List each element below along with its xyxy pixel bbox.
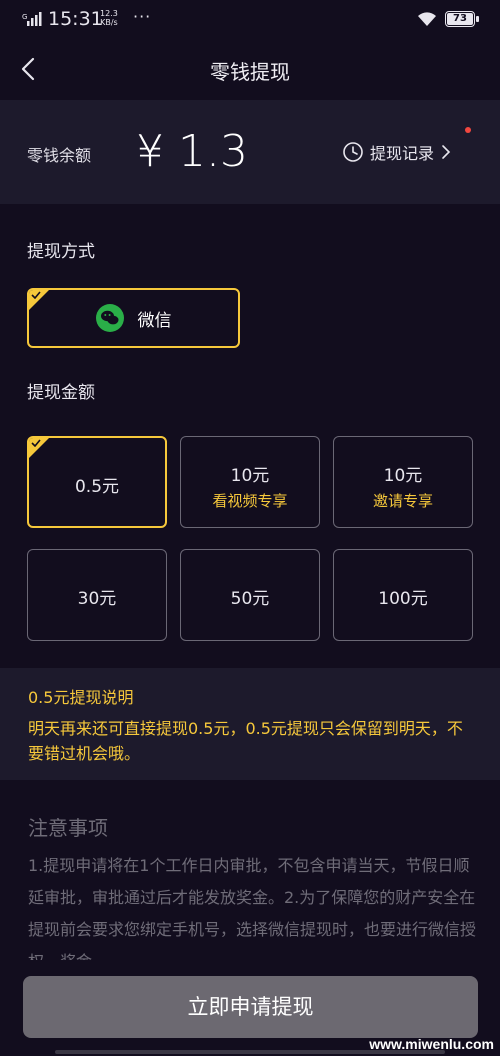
network-speed: 12.3 KB/s [100,9,118,27]
more-indicator: ··· [133,7,152,26]
amount-option-label: 100元 [378,589,428,609]
network-speed-value: 12.3 [100,9,118,18]
amount-option-4[interactable]: 50元 [180,549,320,641]
wechat-label: 微信 [137,310,172,331]
amount-option-sub: 看视频专享 [212,492,288,510]
wechat-method-option[interactable]: 微信 [27,288,240,348]
explanation-title: 0.5元提现说明 [28,688,134,707]
battery-icon: 73 [445,11,475,27]
notification-dot [465,127,471,133]
amount-option-5[interactable]: 100元 [333,549,473,641]
withdraw-record-label: 提现记录 [370,144,435,163]
svg-text:G: G [22,13,27,21]
balance-value: ¥ 1.3 [136,126,248,177]
page-title: 零钱提现 [210,60,290,84]
amount-option-0[interactable]: 0.5元 [27,436,167,528]
status-time: 15:31 [48,8,103,30]
wechat-icon [95,304,124,332]
check-icon [31,439,41,447]
watermark: www.miwenlu.com [369,1036,494,1052]
method-section-title: 提现方式 [27,242,95,262]
network-speed-unit: KB/s [100,18,118,27]
amount-option-2[interactable]: 10元 邀请专享 [333,436,473,528]
clock-icon [343,142,363,162]
amount-option-label: 0.5元 [74,477,120,497]
battery-tip [476,16,479,22]
status-bar: G 15:31 12.3 KB/s ··· 73 [0,0,500,40]
wifi-icon [418,12,436,26]
explanation-block: 0.5元提现说明 明天再来还可直接提现0.5元，0.5元提现只会保留到明天，不要… [0,668,500,780]
notice-body: 1.提现申请将在1个工作日内审批，不包含申请当天，节假日顺延审批，审批通过后才能… [28,856,477,960]
check-icon [31,291,41,299]
amount-option-sub: 邀请专享 [372,492,433,510]
amount-option-label: 50元 [230,589,270,609]
notice-title: 注意事项 [28,816,108,840]
battery-level: 73 [453,13,467,24]
amount-option-label: 10元 [230,466,270,486]
chevron-right-icon [442,145,451,159]
apply-withdraw-button[interactable]: 立即申请提现 [23,976,478,1038]
balance-card: 零钱余额 ¥ 1.3 提现记录 [0,100,500,204]
amount-option-label: 30元 [77,589,117,609]
signal-icon: G [22,12,42,26]
withdraw-record-link[interactable]: 提现记录 [342,138,452,166]
balance-label: 零钱余额 [27,146,92,165]
amount-section-title: 提现金额 [27,383,95,403]
amount-option-1[interactable]: 10元 看视频专享 [180,436,320,528]
amount-option-3[interactable]: 30元 [27,549,167,641]
amount-option-label: 10元 [383,466,423,486]
explanation-body: 明天再来还可直接提现0.5元，0.5元提现只会保留到明天，不要错过机会哦。 [28,719,463,763]
nav-bar: 零钱提现 [0,40,500,100]
